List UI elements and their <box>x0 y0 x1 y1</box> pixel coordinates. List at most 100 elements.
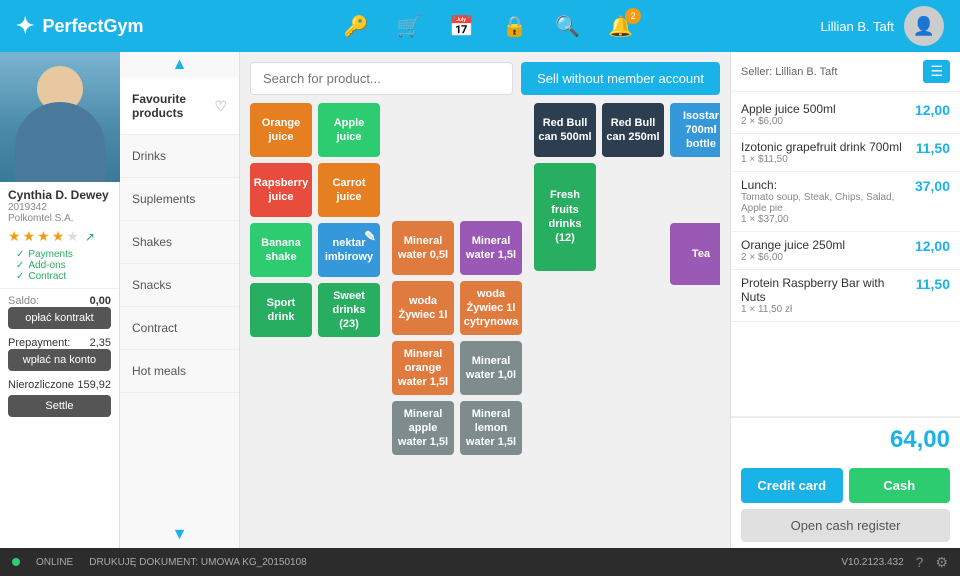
star-4: ★ <box>52 228 65 245</box>
sidebar-menu: ▲ Favourite products ♡ Drinks Suplements… <box>120 52 240 548</box>
sidebar-item-hot-meals[interactable]: Hot meals <box>120 350 239 393</box>
order-item-lunch-info: Lunch: Tomato soup, Steak, Chips, Salad,… <box>741 178 905 225</box>
order-item-lunch: Lunch: Tomato soup, Steak, Chips, Salad,… <box>731 172 960 232</box>
star-1: ★ <box>8 228 21 245</box>
online-status-dot <box>12 558 20 566</box>
status-checklist: ✓ Payments ✓ Add-ons ✓ Contract <box>8 249 111 282</box>
sidebar-down-arrow[interactable]: ▼ <box>120 522 239 548</box>
product-mineral-apple-water[interactable]: Mineral apple water 1,5l <box>392 401 454 455</box>
total-amount: 64,00 <box>890 426 950 454</box>
product-banana-shake[interactable]: Banana shake <box>250 223 312 277</box>
search-icon[interactable]: 🔍 <box>555 14 580 39</box>
product-mineral-water-15[interactable]: Mineral water 1,5l <box>460 221 522 275</box>
sidebar-item-drinks[interactable]: Drinks <box>120 135 239 178</box>
product-sweet-drinks[interactable]: Sweet drinks (23) <box>318 283 380 337</box>
product-apple-juice[interactable]: Apple juice <box>318 103 380 157</box>
products-panel: Sell without member account Orange juice… <box>240 52 730 548</box>
calendar-icon[interactable]: 📅 <box>449 14 474 39</box>
order-item-grapefruit-info: Izotonic grapefruit drink 700ml 1 × $11,… <box>741 140 902 165</box>
settle-button[interactable]: Settle <box>8 395 111 417</box>
order-item-orange-juice-price: 12,00 <box>905 238 950 254</box>
order-menu-button[interactable]: ☰ <box>923 60 950 83</box>
payment-buttons: Credit card Cash <box>731 462 960 509</box>
sidebar-suplements-label: Suplements <box>132 192 195 206</box>
oplac-kontrakt-button[interactable]: opłać kontrakt <box>8 307 111 329</box>
order-item-lunch-name: Lunch: <box>741 178 905 192</box>
order-item-protein-bar-price: 11,50 <box>905 276 950 292</box>
product-rapsberry-juice[interactable]: Rapsberry juice <box>250 163 312 217</box>
search-input[interactable] <box>250 62 513 95</box>
order-item-grapefruit-name: Izotonic grapefruit drink 700ml <box>741 140 902 154</box>
sell-without-member-button[interactable]: Sell without member account <box>521 62 720 95</box>
sidebar-item-favourite[interactable]: Favourite products ♡ <box>120 78 239 135</box>
help-icon[interactable]: ? <box>916 554 924 570</box>
product-nektar-imbirowy[interactable]: ✎nektar imbirowy <box>318 223 380 277</box>
sidebar-item-shakes[interactable]: Shakes <box>120 221 239 264</box>
key-icon[interactable]: 🔑 <box>344 14 369 39</box>
product-mineral-water-10[interactable]: Mineral water 1,0l <box>460 341 522 395</box>
sidebar-favourite-label: Favourite products <box>132 92 214 120</box>
lock-icon[interactable]: 🔒 <box>502 14 527 39</box>
order-item-grapefruit-detail: 1 × $11,50 <box>741 154 902 165</box>
order-item-lunch-price: 37,00 <box>905 178 950 194</box>
order-item-info: Apple juice 500ml 2 × $6,00 <box>741 102 836 127</box>
sidebar-drinks-label: Drinks <box>132 149 166 163</box>
order-item-apple-juice-detail: 2 × $6,00 <box>741 116 836 127</box>
notification-badge: 2 <box>625 8 641 24</box>
sidebar-item-snacks[interactable]: Snacks <box>120 264 239 307</box>
nierozliczone-row: Nierozliczone 159,92 <box>8 379 111 391</box>
product-redbull-500[interactable]: Red Bull can 500ml <box>534 103 596 157</box>
balance-section: Saldo: 0,00 opłać kontrakt Prepayment: 2… <box>0 288 119 423</box>
product-woda-zywiec-1l[interactable]: woda Żywiec 1l <box>392 281 454 335</box>
prepayment-row: Prepayment: 2,35 <box>8 337 111 349</box>
order-item-grapefruit: Izotonic grapefruit drink 700ml 1 × $11,… <box>731 134 960 172</box>
cart-icon[interactable]: 🛒 <box>396 14 421 39</box>
wplac-na-konto-button[interactable]: wpłać na konto <box>8 349 111 371</box>
product-mineral-orange-water[interactable]: Mineral orange water 1,5l <box>392 341 454 395</box>
product-col-5: Red Bull can 500ml Fresh fruits drinks (… <box>534 103 596 271</box>
payments-status: ✓ Payments <box>16 249 103 260</box>
product-mineral-water-05[interactable]: Mineral water 0,5l <box>392 221 454 275</box>
sidebar-contract-label: Contract <box>132 321 177 335</box>
order-total: 64,00 <box>731 416 960 462</box>
product-mineral-lemon-water[interactable]: Mineral lemon water 1,5l <box>460 401 522 455</box>
product-sport-drink[interactable]: Sport drink <box>250 283 312 337</box>
logo-area: ✦ PerfectGym <box>16 13 156 39</box>
sidebar-item-suplements[interactable]: Suplements <box>120 178 239 221</box>
order-item-apple-juice: Apple juice 500ml 2 × $6,00 12,00 <box>731 96 960 134</box>
sidebar-snacks-label: Snacks <box>132 278 171 292</box>
product-col-6: Red Bull can 250ml <box>602 103 664 157</box>
product-carrot-juice[interactable]: Carrot juice <box>318 163 380 217</box>
product-woda-zywiec-cytrynowa[interactable]: woda Żywiec 1l cytrynowa <box>460 281 522 335</box>
product-col-2: Apple juice Carrot juice ✎nektar imbirow… <box>318 103 380 337</box>
contract-status: ✓ Contract <box>16 271 103 282</box>
bottom-right: V10.2123.432 ? ⚙ <box>841 554 948 571</box>
saldo-label: Saldo: <box>8 295 39 307</box>
version-label: V10.2123.432 <box>841 557 903 568</box>
products-grid: Orange juice Rapsberry juice Banana shak… <box>250 103 720 538</box>
settings-icon[interactable]: ⚙ <box>935 554 948 571</box>
credit-card-button[interactable]: Credit card <box>741 468 843 503</box>
product-orange-juice[interactable]: Orange juice <box>250 103 312 157</box>
order-item-orange-juice-name: Orange juice 250ml <box>741 238 845 252</box>
open-cash-register-button[interactable]: Open cash register <box>741 509 950 542</box>
product-tea[interactable]: Tea <box>670 223 720 285</box>
nierozliczone-value: 159,92 <box>77 379 111 391</box>
product-fresh-fruits[interactable]: Fresh fruits drinks (12) <box>534 163 596 271</box>
order-item-protein-bar-name: Protein Raspberry Bar with Nuts <box>741 276 905 304</box>
sidebar-item-contract[interactable]: Contract <box>120 307 239 350</box>
search-sell-row: Sell without member account <box>250 62 720 95</box>
order-items-list: Apple juice 500ml 2 × $6,00 12,00 Izoton… <box>731 92 960 416</box>
cash-button[interactable]: Cash <box>849 468 951 503</box>
logo-icon: ✦ <box>16 13 34 39</box>
nierozliczone-label: Nierozliczone <box>8 379 74 391</box>
product-redbull-250[interactable]: Red Bull can 250ml <box>602 103 664 157</box>
order-item-apple-juice-price: 12,00 <box>905 102 950 118</box>
user-avatar[interactable]: 👤 <box>904 6 944 46</box>
bell-icon[interactable]: 🔔 2 <box>608 14 633 39</box>
bottom-bar: ONLINE DRUKUJĘ DOKUMENT: UMOWA KG_201501… <box>0 548 960 576</box>
sidebar-up-arrow[interactable]: ▲ <box>120 52 239 78</box>
order-item-orange-juice-detail: 2 × $6,00 <box>741 252 845 263</box>
customer-name: Cynthia D. Dewey <box>8 188 111 202</box>
product-isostar-700[interactable]: Isostar 700ml bottle <box>670 103 720 157</box>
